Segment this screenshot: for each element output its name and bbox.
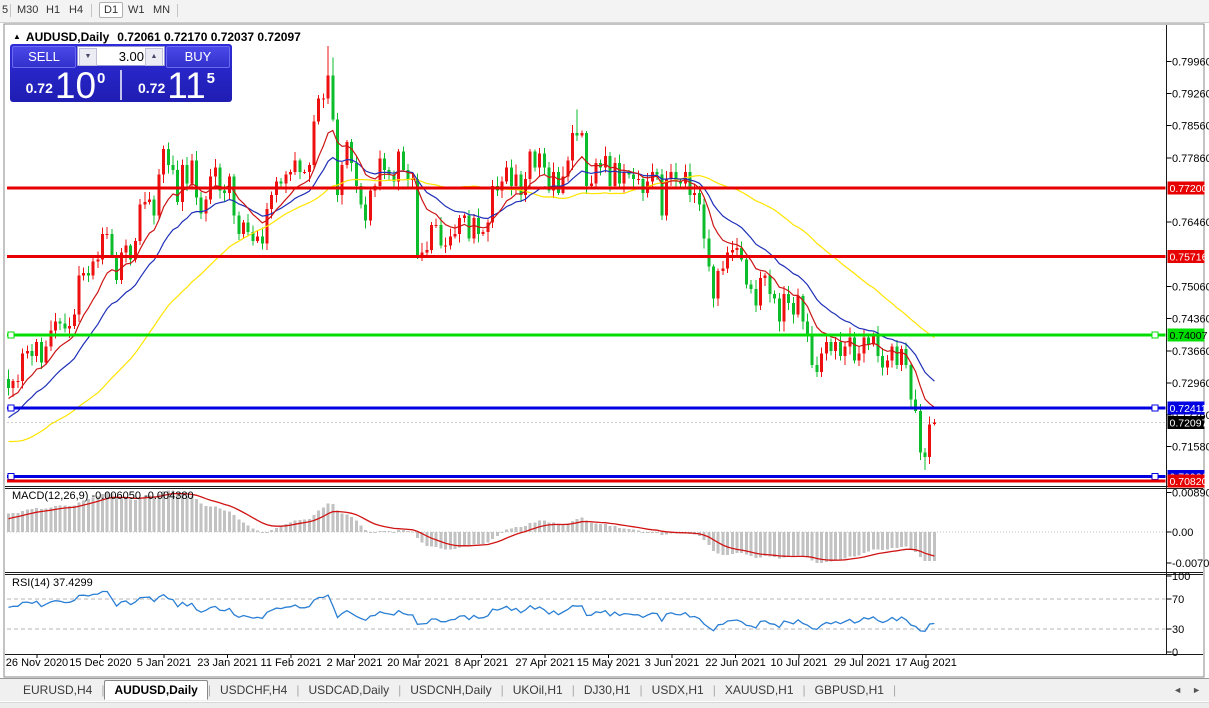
svg-text:0.72097: 0.72097 <box>1170 418 1208 430</box>
tab-gbpusd-h1[interactable]: GBPUSD,H1 <box>806 681 893 699</box>
svg-text:22 Jun 2021: 22 Jun 2021 <box>705 657 766 669</box>
svg-text:0.78560: 0.78560 <box>1172 121 1209 133</box>
svg-text:29 Jul 2021: 29 Jul 2021 <box>834 657 891 669</box>
timeframe-m30-button[interactable]: M30 <box>17 4 38 16</box>
sell-price-sup: 0 <box>97 70 105 87</box>
timeframe-d1-button[interactable]: D1 <box>99 2 123 18</box>
timeframe-w1-button[interactable]: W1 <box>128 4 145 16</box>
svg-text:0.70820: 0.70820 <box>1170 476 1208 488</box>
toolbar-separator <box>10 4 11 17</box>
svg-text:0: 0 <box>1172 647 1178 659</box>
status-bar <box>0 702 1209 708</box>
symbol-period-label: AUDUSD,Daily <box>26 30 109 44</box>
timeframe-mn-button[interactable]: MN <box>153 4 170 16</box>
one-click-trading-panel: SELL ▼ 3.00 ▲ BUY 0.72100 0.72115 <box>10 44 232 102</box>
svg-text:26 Nov 2020: 26 Nov 2020 <box>6 657 68 669</box>
tab-dj30-h1[interactable]: DJ30,H1 <box>575 681 640 699</box>
trading-platform-window: 0.79960 0.79260 0.78560 0.77860 0.76460 0.750… <box>0 0 1209 708</box>
toolbar-separator <box>91 4 92 17</box>
timeframe-toolbar: 5 M30 H1 H4 D1 W1 MN <box>0 0 1209 23</box>
tab-usdcnh-daily[interactable]: USDCNH,Daily <box>401 681 500 699</box>
svg-text:0.74007: 0.74007 <box>1170 330 1208 342</box>
tab-audusd-daily[interactable]: AUDUSD,Daily <box>104 680 207 700</box>
svg-text:0.75060: 0.75060 <box>1172 281 1209 293</box>
svg-text:0.75716: 0.75716 <box>1170 251 1208 263</box>
volume-increase-button[interactable]: ▲ <box>145 48 163 66</box>
svg-text:0.76460: 0.76460 <box>1172 217 1209 229</box>
tab-usdx-h1[interactable]: USDX,H1 <box>643 681 713 699</box>
sell-price-display[interactable]: 0.72100 <box>12 69 119 100</box>
svg-text:23 Jan 2021: 23 Jan 2021 <box>197 657 258 669</box>
svg-text:0.72411: 0.72411 <box>1170 403 1207 415</box>
svg-text:0.79260: 0.79260 <box>1172 89 1209 101</box>
macd-label: MACD(12,26,9) -0.006050 -0.004380 <box>12 490 194 502</box>
sell-price-big: 10 <box>55 71 96 100</box>
timeframe-m5-button[interactable]: 5 <box>2 4 8 16</box>
svg-text:-0.007013: -0.007013 <box>1172 558 1209 570</box>
volume-spinner: ▼ 3.00 ▲ <box>77 46 165 66</box>
chart-canvas[interactable]: 0.79960 0.79260 0.78560 0.77860 0.76460 0.750… <box>0 0 1209 708</box>
chart-title: ▲ AUDUSD,Daily 0.72061 0.72170 0.72037 0.7… <box>13 30 301 44</box>
svg-text:0.77860: 0.77860 <box>1172 153 1209 165</box>
tab-scroll-left-icon[interactable]: ◄ <box>1173 685 1182 695</box>
buy-price-prefix: 0.72 <box>138 80 165 96</box>
buy-price-display[interactable]: 0.72115 <box>123 69 230 100</box>
sell-price-prefix: 0.72 <box>26 80 53 96</box>
tab-usdcad-daily[interactable]: USDCAD,Daily <box>299 681 398 699</box>
volume-input[interactable]: 3.00 <box>119 49 144 64</box>
rsi-label: RSI(14) 37.4299 <box>12 577 93 589</box>
svg-text:0.00: 0.00 <box>1172 527 1193 539</box>
time-axis: 26 Nov 202015 Dec 2020 5 Jan 2021 23 Jan 2… <box>6 655 957 669</box>
timeframe-h4-button[interactable]: H4 <box>69 4 83 16</box>
tab-scroll-right-icon[interactable]: ► <box>1192 685 1201 695</box>
svg-text:17 Aug 2021: 17 Aug 2021 <box>895 657 957 669</box>
tab-usdchf-h4[interactable]: USDCHF,H4 <box>211 681 296 699</box>
tab-scroll-nav: ◄► <box>1163 685 1201 695</box>
svg-text:15 May 2021: 15 May 2021 <box>577 657 641 669</box>
buy-price-big: 11 <box>167 71 205 100</box>
svg-text:20 Mar 2021: 20 Mar 2021 <box>387 657 449 669</box>
svg-text:0.008904: 0.008904 <box>1172 487 1209 499</box>
svg-text:0.71580: 0.71580 <box>1172 441 1209 453</box>
svg-text:10 Jul 2021: 10 Jul 2021 <box>771 657 828 669</box>
svg-text:11 Feb 2021: 11 Feb 2021 <box>261 657 322 669</box>
svg-text:100: 100 <box>1172 571 1190 583</box>
svg-text:70: 70 <box>1172 594 1184 606</box>
toolbar-separator <box>177 4 178 17</box>
svg-text:0.73660: 0.73660 <box>1172 346 1209 358</box>
tab-eurusd-h4[interactable]: EURUSD,H4 <box>14 681 101 699</box>
price-divider <box>120 70 122 100</box>
buy-price-sup: 5 <box>207 70 215 87</box>
svg-text:8 Apr 2021: 8 Apr 2021 <box>455 657 508 669</box>
svg-text:5 Jan 2021: 5 Jan 2021 <box>137 657 191 669</box>
svg-text:0.74360: 0.74360 <box>1172 314 1209 326</box>
svg-text:0.77200: 0.77200 <box>1170 183 1208 195</box>
svg-text:3 Jun 2021: 3 Jun 2021 <box>645 657 699 669</box>
svg-text:0.72960: 0.72960 <box>1172 378 1209 390</box>
symbol-tabbar: EURUSD,H4| AUDUSD,Daily| USDCHF,H4| USDC… <box>0 678 1209 701</box>
collapse-triangle-icon[interactable]: ▲ <box>13 32 21 41</box>
svg-text:30: 30 <box>1172 624 1184 636</box>
tab-ukoil-h1[interactable]: UKOil,H1 <box>504 681 572 699</box>
svg-text:0.79960: 0.79960 <box>1172 56 1209 68</box>
timeframe-h1-button[interactable]: H1 <box>46 4 60 16</box>
ohlc-values: 0.72061 0.72170 0.72037 0.72097 <box>117 30 301 44</box>
volume-decrease-button[interactable]: ▼ <box>79 48 97 66</box>
svg-text:27 Apr 2021: 27 Apr 2021 <box>515 657 574 669</box>
tab-xauusd-h1[interactable]: XAUUSD,H1 <box>716 681 803 699</box>
svg-text:15 Dec 2020: 15 Dec 2020 <box>69 657 131 669</box>
svg-text:2 Mar 2021: 2 Mar 2021 <box>327 657 383 669</box>
